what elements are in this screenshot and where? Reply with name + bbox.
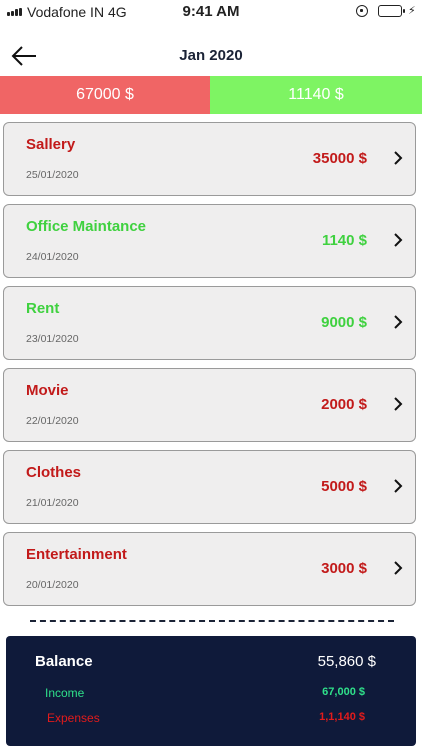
transaction-name: Office Maintance bbox=[26, 218, 147, 235]
battery-icon bbox=[378, 5, 405, 17]
transaction-card[interactable]: Movie 22/01/2020 2000 $ bbox=[3, 368, 416, 442]
transaction-card[interactable]: Rent 23/01/2020 9000 $ bbox=[3, 286, 416, 360]
transaction-name: Movie bbox=[26, 382, 69, 399]
transaction-card[interactable]: Clothes 21/01/2020 5000 $ bbox=[3, 450, 416, 524]
income-label: Income bbox=[45, 686, 85, 700]
transaction-date: 22/01/2020 bbox=[26, 415, 79, 427]
transaction-date: 23/01/2020 bbox=[26, 333, 79, 345]
header: Jan 2020 bbox=[0, 36, 422, 76]
expenses-label: Expenses bbox=[47, 711, 100, 725]
balance-panel: Balance 55,860 $ Income 67,000 $ Expense… bbox=[6, 636, 416, 746]
orientation-lock-icon bbox=[356, 5, 368, 17]
transaction-amount: 9000 $ bbox=[321, 314, 367, 331]
transaction-date: 20/01/2020 bbox=[26, 579, 79, 591]
transaction-name: Sallery bbox=[26, 136, 76, 153]
transaction-amount: 5000 $ bbox=[321, 478, 367, 495]
expenses-value: 1,1,140 $ bbox=[319, 711, 365, 723]
totals-bar: 67000 $ 11140 $ bbox=[0, 76, 422, 114]
transaction-date: 21/01/2020 bbox=[26, 497, 79, 509]
transaction-card[interactable]: Sallery 25/01/2020 35000 $ bbox=[3, 122, 416, 196]
chevron-right-icon bbox=[394, 233, 403, 247]
transaction-list: Sallery 25/01/2020 35000 $ Office Maintance… bbox=[3, 122, 416, 614]
transaction-name: Clothes bbox=[26, 464, 82, 481]
balance-label: Balance bbox=[35, 653, 93, 670]
chevron-right-icon bbox=[394, 397, 403, 411]
chevron-right-icon bbox=[394, 151, 403, 165]
chevron-right-icon bbox=[394, 561, 403, 575]
total-income: 11140 $ bbox=[210, 76, 422, 114]
transaction-date: 25/01/2020 bbox=[26, 169, 79, 181]
income-value: 67,000 $ bbox=[322, 686, 365, 698]
charging-bolt-icon: ⚡ bbox=[408, 5, 416, 17]
transaction-amount: 1140 $ bbox=[321, 232, 367, 249]
transaction-amount: 3000 $ bbox=[321, 560, 367, 577]
chevron-right-icon bbox=[394, 479, 403, 493]
transaction-amount: 2000 $ bbox=[321, 396, 367, 413]
balance-value: 55,860 $ bbox=[317, 653, 376, 670]
page-title: Jan 2020 bbox=[179, 47, 243, 64]
transaction-name: Rent bbox=[26, 300, 60, 317]
transaction-card[interactable]: Entertainment 20/01/2020 3000 $ bbox=[3, 532, 416, 606]
total-expense: 67000 $ bbox=[0, 76, 210, 114]
transaction-amount: 35000 $ bbox=[312, 150, 367, 167]
dashed-divider bbox=[30, 620, 394, 622]
transaction-name: Entertainment bbox=[26, 546, 127, 563]
chevron-right-icon bbox=[394, 315, 403, 329]
transaction-card[interactable]: Office Maintance 24/01/2020 1140 $ bbox=[3, 204, 416, 278]
status-bar: Vodafone IN 4G 9:41 AM ⚡ bbox=[0, 0, 422, 24]
transaction-date: 24/01/2020 bbox=[26, 251, 79, 263]
